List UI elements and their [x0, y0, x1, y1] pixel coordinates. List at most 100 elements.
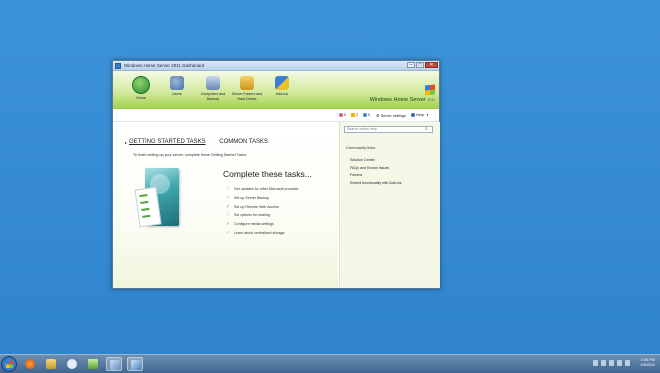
product-box-illustration [134, 166, 183, 228]
system-tray [593, 360, 630, 366]
server-settings-label: Server settings [380, 113, 406, 118]
close-button[interactable]: ✕ [425, 62, 438, 68]
app-icon [110, 360, 120, 370]
brand-version: 2011 [427, 98, 435, 102]
tray-flag-icon[interactable] [593, 360, 598, 366]
help-icon [411, 113, 415, 117]
app-icon [115, 62, 121, 69]
network-icon [88, 359, 98, 369]
task-item[interactable]: ✓ Configure media settings [225, 220, 298, 229]
task-item[interactable]: ✓ Set up Server Backup [225, 194, 298, 203]
brand-logo: Windows Home Server 2011 [369, 84, 435, 103]
help-label: Help [416, 113, 424, 117]
start-button[interactable] [1, 356, 17, 372]
nav-banner: Home Users Computers and Backup Server F… [113, 71, 439, 109]
nav-home[interactable]: Home [124, 76, 158, 101]
nav-users-label: Users [172, 92, 182, 96]
tray-server-icon[interactable] [609, 360, 614, 366]
firefox-icon [25, 359, 35, 369]
tab-getting-started[interactable]: GETTING STARTED TASKS [129, 139, 206, 145]
community-link[interactable]: FAQs and Known Issues [350, 166, 402, 174]
community-title: Community links [346, 145, 376, 150]
nav-server-folders-label: Server Folders and Hard Drives [231, 92, 263, 101]
task-item[interactable]: ✓ Set up Remote Web Access [225, 202, 298, 211]
task-list: ✓ Get updates for other Microsoft product… [225, 185, 298, 237]
warning-alert-icon [351, 113, 355, 117]
tab-common-tasks[interactable]: COMMON TASKS [219, 139, 268, 145]
nav-home-label: Home [136, 96, 146, 100]
community-link[interactable]: Extend functionality with Add-ins [350, 181, 402, 189]
info-alert-icon [363, 113, 367, 117]
folder-icon [46, 359, 56, 369]
brand-name: Windows Home Server [369, 97, 426, 103]
folders-icon [240, 76, 254, 90]
check-icon: ✓ [225, 212, 231, 219]
computers-icon [206, 76, 220, 90]
search-input[interactable]: Search online help [344, 126, 433, 133]
task-label: Learn about centralized storage [234, 230, 285, 235]
tray-network-icon[interactable] [601, 360, 606, 366]
nav-computers[interactable]: Computers and Backup [196, 76, 230, 101]
chevron-down-icon: ▼ [425, 113, 429, 117]
task-label: Set up Remote Web Access [234, 204, 279, 209]
community-links: Solution Center FAQs and Known Issues Fo… [350, 158, 402, 189]
search-icon[interactable]: ⌕ [425, 126, 428, 132]
tray-monitor-icon[interactable] [617, 360, 622, 366]
check-icon: ✓ [225, 186, 231, 193]
taskbar: 3:05 PM 2/8/2011 [0, 354, 660, 373]
server-settings-link[interactable]: ⚙ Server settings [376, 113, 406, 118]
nav-users[interactable]: Users [160, 76, 194, 97]
minimize-button[interactable]: – [407, 62, 415, 68]
task-label: Set options for sharing [234, 213, 270, 218]
task-label: Configure media settings [234, 222, 274, 227]
status-bar: 0 2 0 ⚙ Server settings Help ▼ [113, 110, 439, 122]
getting-started-pane: ▸ GETTING STARTED TASKS COMMON TASKS To … [113, 122, 338, 288]
task-item[interactable]: ✓ Learn about centralized storage [225, 228, 298, 237]
warning-alerts[interactable]: 2 [351, 113, 358, 117]
check-icon: ✓ [225, 195, 231, 202]
task-item[interactable]: ✓ Get updates for other Microsoft product… [225, 185, 298, 194]
chevron-right-icon: ▸ [125, 140, 128, 145]
tasks-headline: Complete these tasks... [223, 169, 312, 179]
clock-date: 2/8/2011 [640, 363, 656, 367]
nav-addins[interactable]: Add-Ins [265, 76, 299, 97]
main-content: ▸ GETTING STARTED TASKS COMMON TASKS To … [113, 122, 440, 288]
tray-volume-icon[interactable] [625, 360, 630, 366]
info-alerts[interactable]: 0 [363, 113, 370, 117]
home-icon [132, 76, 150, 94]
window-controls: – □ ✕ [407, 62, 438, 68]
taskbar-messenger[interactable] [64, 357, 80, 371]
taskbar-dashboard[interactable] [127, 357, 143, 371]
nav-server-folders[interactable]: Server Folders and Hard Drives [230, 76, 264, 101]
help-link[interactable]: Help ▼ [411, 113, 429, 117]
task-label: Get updates for other Microsoft products [234, 187, 299, 192]
nav-computers-label: Computers and Backup [200, 92, 226, 101]
taskbar-app[interactable] [106, 357, 122, 371]
task-item[interactable]: ✓ Set options for sharing [225, 211, 298, 220]
check-icon: ✓ [225, 221, 231, 228]
maximize-button[interactable]: □ [416, 62, 424, 68]
intro-text: To finish setting up your server, comple… [133, 153, 248, 157]
title-bar[interactable]: Windows Home Server 2011 Dashboard – □ ✕ [113, 61, 439, 71]
critical-alert-icon [339, 113, 343, 117]
info-count: 0 [368, 113, 371, 117]
community-pane: Search online help ⌕ Community links Sol… [339, 122, 440, 288]
community-link[interactable]: Solution Center [350, 158, 402, 166]
warning-count: 2 [356, 113, 359, 117]
check-icon: ✓ [225, 203, 231, 210]
clock[interactable]: 3:05 PM 2/8/2011 [641, 358, 656, 368]
dashboard-icon [131, 360, 141, 370]
taskbar-explorer[interactable] [43, 357, 59, 371]
taskbar-network[interactable] [85, 357, 101, 371]
taskbar-firefox[interactable] [22, 357, 38, 371]
window-title: Windows Home Server 2011 Dashboard [124, 63, 205, 68]
community-link[interactable]: Forums [350, 173, 402, 181]
critical-alerts[interactable]: 0 [339, 113, 346, 117]
windows-flag-icon [425, 84, 435, 96]
dashboard-window: Windows Home Server 2011 Dashboard – □ ✕… [112, 60, 440, 289]
addins-icon [275, 76, 289, 90]
nav-addins-label: Add-Ins [275, 92, 289, 96]
task-label: Set up Server Backup [234, 196, 269, 201]
task-tabs: ▸ GETTING STARTED TASKS COMMON TASKS [125, 139, 268, 145]
chat-icon [67, 359, 77, 369]
